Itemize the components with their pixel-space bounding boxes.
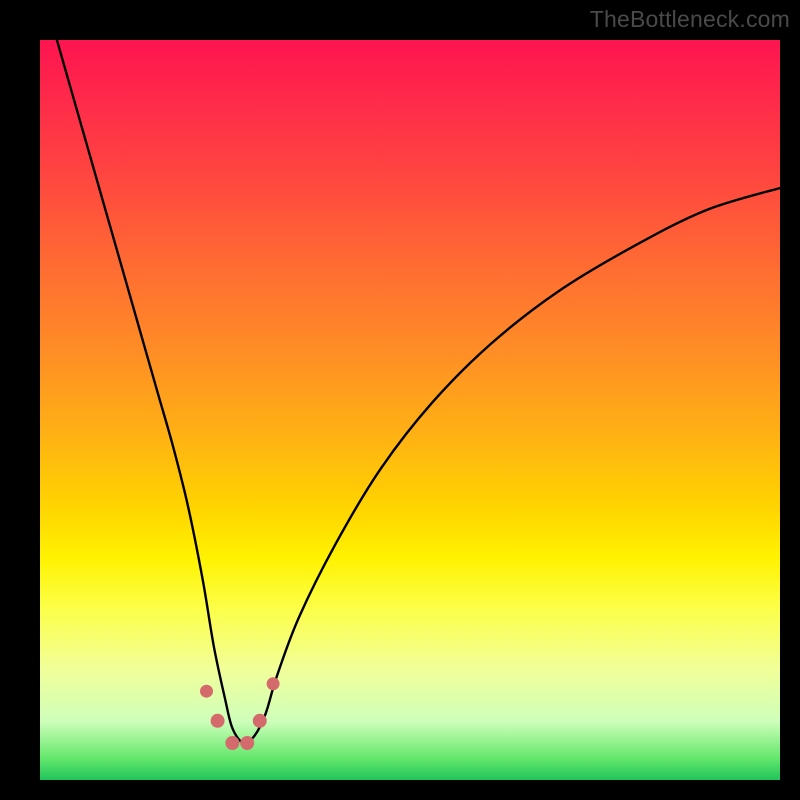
plot-area — [40, 40, 780, 780]
bottleneck-curve — [40, 40, 780, 743]
point-d — [240, 736, 254, 750]
point-b — [211, 714, 225, 728]
watermark-text: TheBottleneck.com — [590, 6, 790, 33]
point-f — [267, 677, 280, 690]
point-a — [200, 685, 213, 698]
chart-frame: TheBottleneck.com — [0, 0, 800, 800]
point-c — [225, 736, 239, 750]
point-e — [253, 714, 267, 728]
chart-svg — [40, 40, 780, 780]
